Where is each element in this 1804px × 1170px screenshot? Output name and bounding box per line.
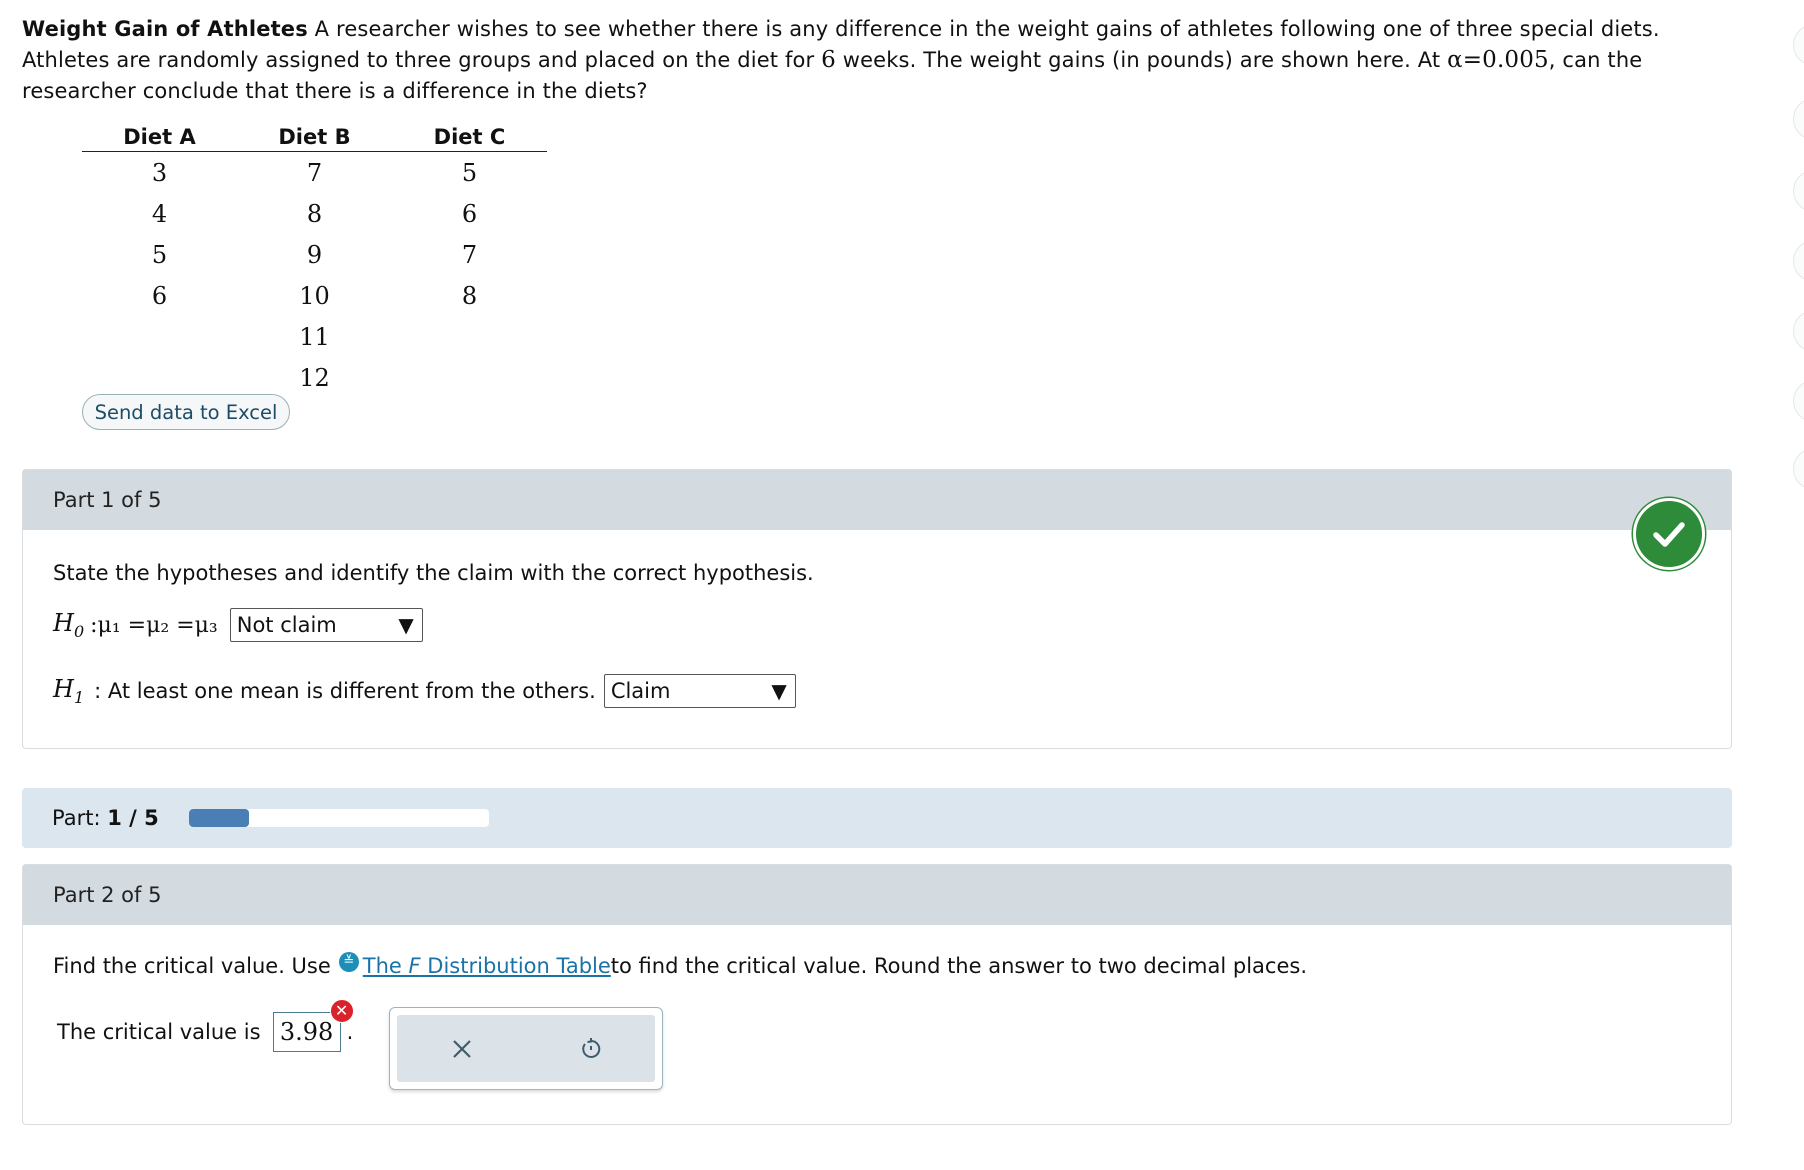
table-cell: 8: [461, 281, 478, 310]
undo-glyph: [581, 1037, 600, 1058]
h0-expression: :μ₁ =μ₂ =μ₃: [90, 612, 218, 638]
table-cell: 8: [306, 199, 323, 228]
link-text-f: F: [408, 954, 421, 978]
h1-symbol: H1: [53, 675, 84, 707]
table-cell: 4: [151, 199, 168, 228]
table-cell: 7: [461, 240, 478, 269]
table-cell: 5: [151, 240, 168, 269]
progress-bar: [188, 809, 489, 827]
side-tool-button[interactable]: [1793, 98, 1804, 140]
critical-value-label: The critical value is: [57, 1020, 261, 1044]
table-row: 5 9 7: [82, 234, 547, 275]
progress-value: 1 / 5: [107, 806, 159, 830]
h0-symbol: H0: [53, 609, 84, 641]
problem-title: Weight Gain of Athletes: [22, 17, 308, 41]
h0-letter: H: [53, 609, 74, 638]
alt-hypothesis-row: H1 : At least one mean is different from…: [53, 674, 796, 708]
table-cell: 11: [299, 322, 330, 351]
side-tool-button[interactable]: [1793, 170, 1804, 212]
link-text-post: Distribution Table: [420, 954, 611, 978]
h1-letter: H: [53, 675, 74, 704]
table-cell: [392, 316, 547, 357]
table-cell: 6: [151, 281, 168, 310]
table-row: 3 7 5: [82, 152, 547, 194]
clear-x-glyph: [452, 1039, 471, 1058]
send-to-excel-button[interactable]: Send data to Excel: [82, 394, 290, 430]
problem-statement: Weight Gain of Athletes A researcher wis…: [22, 14, 1662, 107]
column-header-diet-a: Diet A: [82, 124, 237, 152]
link-text-pre: The: [362, 954, 409, 978]
table-cell: 9: [306, 240, 323, 269]
part2-header: Part 2 of 5: [23, 865, 1731, 925]
h1-text: : At least one mean is different from th…: [94, 679, 596, 703]
progress-bar-fill: [188, 809, 249, 827]
null-hypothesis-row: H0 :μ₁ =μ₂ =μ₃ Not claim ▼: [53, 608, 423, 642]
table-cell: 7: [306, 158, 323, 187]
table-cell: [392, 357, 547, 398]
table-row: 11: [82, 316, 547, 357]
column-header-diet-c: Diet C: [392, 124, 547, 152]
part2-panel: Part 2 of 5: [22, 864, 1732, 1125]
h0-claim-select[interactable]: Not claim ▼: [229, 608, 423, 642]
progress-label-text: Part:: [52, 806, 108, 830]
h1-claim-select[interactable]: Claim ▼: [603, 674, 796, 708]
part2-instruction-text-2: to find the critical value. Round the an…: [610, 954, 1308, 978]
h1-select-value: Claim: [610, 679, 671, 703]
part-progress: Part: 1 / 5: [22, 788, 1732, 848]
clear-x-icon[interactable]: [442, 1029, 482, 1069]
part1-header: Part 1 of 5: [23, 470, 1731, 530]
dropdown-arrow-icon: ▼: [771, 679, 787, 703]
f-distribution-table-link[interactable]: The F Distribution Table: [363, 954, 611, 978]
h0-select-value: Not claim: [236, 613, 337, 637]
critical-value-input[interactable]: 3.98 ✕: [272, 999, 354, 1052]
table-cell: [82, 357, 237, 398]
part1-instruction: State the hypotheses and identify the cl…: [53, 561, 814, 585]
table-resource-icon[interactable]: ≚: [338, 952, 359, 972]
side-tool-button[interactable]: [1793, 310, 1804, 352]
table-row: 6 10 8: [82, 275, 547, 316]
h1-subscript: 1: [73, 687, 85, 707]
table-cell: [82, 316, 237, 357]
check-icon-glyph: [1653, 522, 1685, 547]
progress-label: Part: 1 / 5: [52, 806, 159, 830]
side-tool-button[interactable]: [1793, 380, 1804, 422]
table-cell: 5: [461, 158, 478, 187]
part2-instruction: Find the critical value. Use ≚ The F Dis…: [53, 952, 1308, 978]
h0-subscript: 0: [73, 621, 85, 641]
table-row: 12: [82, 357, 547, 398]
check-icon: [1633, 498, 1705, 570]
diet-data-table: Diet A Diet B Diet C 3 7 5 4 8 6 5 9 7 6…: [82, 124, 547, 398]
undo-icon[interactable]: [571, 1029, 611, 1069]
table-cell: 12: [299, 363, 330, 392]
answer-tools-palette: [389, 1007, 663, 1090]
problem-text-2: weeks. The weight gains (in pounds) are …: [835, 48, 1448, 72]
dropdown-arrow-icon: ▼: [398, 613, 414, 637]
sentence-period: .: [346, 1020, 354, 1044]
critical-value-text: 3.98: [279, 1018, 334, 1046]
weeks-value: 6: [821, 47, 836, 73]
alpha-value: α=0.005: [1447, 47, 1549, 73]
column-header-diet-b: Diet B: [237, 124, 392, 152]
side-tool-button[interactable]: [1793, 448, 1804, 490]
table-cell: 3: [151, 158, 168, 187]
answer-tools-inner: [397, 1015, 655, 1082]
table-row: 4 8 6: [82, 193, 547, 234]
critical-value-row: The critical value is 3.98 ✕ .: [57, 999, 354, 1052]
error-x-icon: ✕: [329, 999, 354, 1023]
side-tool-button[interactable]: [1793, 240, 1804, 282]
side-tool-button[interactable]: [1793, 24, 1804, 66]
table-cell: 6: [461, 199, 478, 228]
part2-instruction-text-1: Find the critical value. Use: [53, 954, 331, 978]
table-cell: 10: [299, 281, 330, 310]
